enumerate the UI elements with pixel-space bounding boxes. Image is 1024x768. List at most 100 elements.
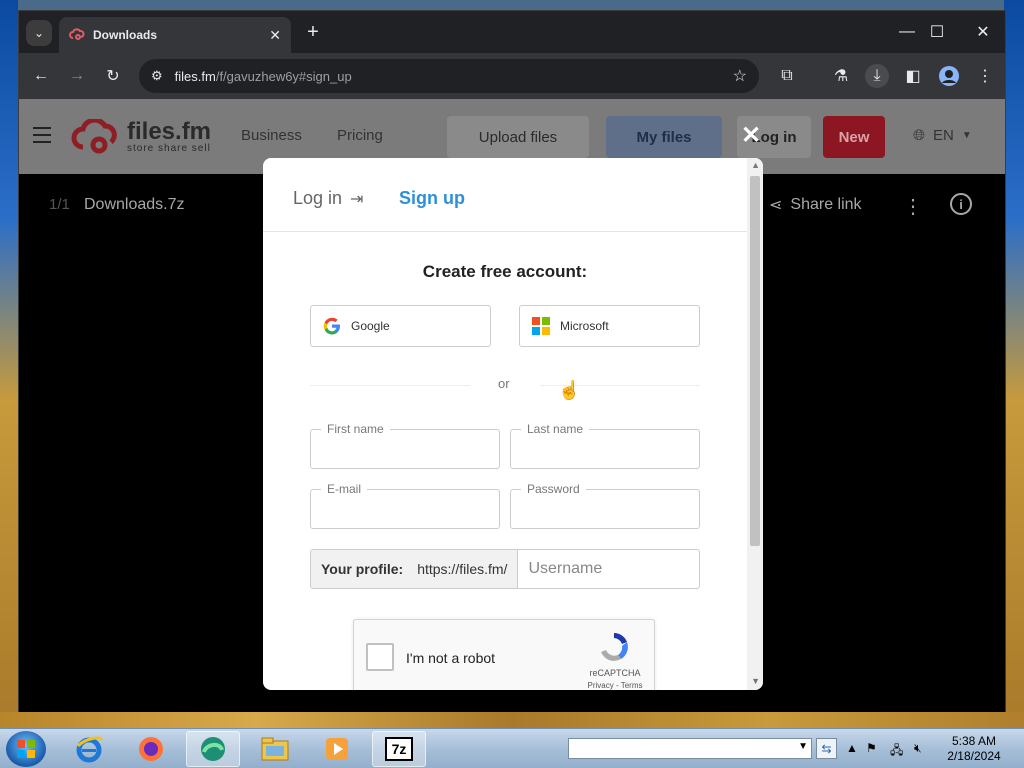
chevron-down-icon: ▼ (961, 130, 972, 141)
files-fm-favicon-icon (69, 28, 85, 40)
share-link-label: Share link (790, 196, 862, 213)
profile-label: Your profile: (321, 561, 404, 577)
start-button[interactable] (6, 731, 46, 767)
scrollbar-thumb[interactable] (750, 176, 760, 546)
microsoft-signup-button[interactable]: Microsoft (519, 305, 700, 347)
7zip-icon[interactable]: 7z (372, 731, 426, 767)
firefox-icon[interactable] (124, 731, 178, 767)
microsoft-icon (532, 317, 550, 335)
tab-signup[interactable]: Sign up (399, 188, 465, 209)
tab-close-icon[interactable]: ✕ (269, 27, 281, 44)
login-arrow-icon: ⇥ (350, 190, 364, 208)
back-arrow-icon[interactable]: ← (29, 64, 53, 88)
download-icon[interactable]: ⤓ (865, 64, 889, 88)
file-counter: 1/1 (49, 196, 70, 213)
recaptcha-checkbox[interactable] (366, 643, 394, 671)
action-center-flag-icon[interactable]: ⚑ (866, 741, 877, 755)
tab-search-button[interactable]: ⌄ (26, 20, 52, 46)
forward-arrow-icon[interactable]: → (65, 64, 89, 88)
new-tab-button[interactable]: + (301, 20, 325, 44)
google-label: Google (351, 319, 390, 333)
new-button[interactable]: New (823, 116, 885, 158)
modal-tabs: Log in ⇥ Sign up (263, 158, 763, 232)
browser-menu-icon[interactable]: ⋮ (973, 64, 997, 88)
tab-downloads[interactable]: Downloads ✕ (59, 17, 291, 53)
microsoft-label: Microsoft (560, 319, 609, 333)
network-icon[interactable]: 🖧︎ (890, 741, 903, 762)
share-link-button[interactable]: ⋖ Share link (769, 195, 862, 215)
profile-avatar-icon[interactable] (937, 64, 961, 88)
password-field[interactable]: Password (510, 482, 700, 529)
more-options-icon[interactable]: ⋮ (903, 194, 923, 219)
labs-flask-icon[interactable]: ⚗ (829, 64, 853, 88)
last-name-field[interactable]: Last name (510, 422, 700, 469)
address-toolbar-input[interactable]: ▼ (568, 738, 812, 759)
nav-pricing-link[interactable]: Pricing (337, 127, 383, 144)
username-input[interactable]: Username (518, 550, 699, 588)
browser-window: ⌄ Downloads ✕ + — ☐ ✕ ← → ↻ ⚙ files.fm /… (18, 10, 1006, 712)
close-window-button[interactable]: ✕ (967, 19, 999, 45)
first-name-label: First name (321, 422, 390, 436)
create-account-title: Create free account: (422, 262, 588, 281)
email-field[interactable]: E-mail (310, 482, 500, 529)
desktop-wallpaper-left (0, 0, 18, 728)
site-settings-icon[interactable]: ⚙ (151, 68, 163, 84)
tab-strip: ⌄ Downloads ✕ + — ☐ ✕ (19, 11, 1005, 53)
tab-login-label: Log in (293, 188, 343, 208)
scroll-up-arrow-icon[interactable]: ▲ (751, 160, 760, 170)
logo-tagline: store share sell (127, 142, 211, 154)
language-label: EN (933, 127, 954, 144)
maximize-button[interactable]: ☐ (921, 19, 953, 45)
media-player-icon[interactable] (310, 731, 364, 767)
chevron-down-icon[interactable]: ▼ (798, 741, 808, 752)
show-hidden-icons-icon[interactable]: ▲ (846, 741, 858, 755)
upload-files-button[interactable]: Upload files (447, 116, 589, 158)
clock-time: 5:38 AM (951, 734, 997, 748)
edge-icon[interactable] (186, 731, 240, 767)
windows-logo-icon (17, 740, 35, 758)
logo-name: files.fm (127, 117, 212, 145)
extensions-icon[interactable]: ⧉ (775, 64, 799, 88)
bookmark-star-icon[interactable]: ☆ (733, 66, 747, 86)
google-signup-button[interactable]: Google (310, 305, 491, 347)
url-path: /f/gavuzhew6y#sign_up (215, 68, 352, 84)
side-panel-icon[interactable]: ◧ (901, 64, 925, 88)
my-files-button[interactable]: My files (606, 116, 722, 158)
web-page: files.fm store share sell Business Prici… (19, 99, 1005, 712)
hamburger-menu-icon[interactable] (33, 127, 51, 148)
volume-muted-icon[interactable]: 🔇︎ (914, 741, 922, 756)
google-icon (323, 317, 340, 335)
recaptcha-privacy-terms[interactable]: Privacy - Terms (580, 681, 650, 690)
clock-date: 2/18/2024 (947, 749, 1001, 763)
files-fm-logo[interactable]: files.fm store share sell (71, 119, 211, 155)
profile-url-group: Your profile: https://files.fm/ Username (310, 549, 700, 589)
modal-scrollbar[interactable]: ▲ ▼ (747, 158, 763, 690)
info-icon[interactable]: i (950, 193, 972, 215)
first-name-field[interactable]: First name (310, 422, 500, 469)
desktop-wallpaper-bottom (0, 712, 1024, 728)
email-label: E-mail (321, 482, 368, 496)
tab-login[interactable]: Log in ⇥ (293, 188, 363, 209)
recaptcha-logo-icon (594, 630, 634, 669)
system-clock[interactable]: 5:38 AM 2/18/2024 (944, 734, 1004, 764)
language-selector[interactable]: 🌐︎ EN ▼ (913, 127, 972, 144)
tab-title: Downloads (93, 28, 158, 42)
profile-url-prefix: https://files.fm/ (417, 561, 508, 577)
modal-close-icon[interactable]: ✕ (741, 121, 761, 150)
desktop-wallpaper-right (1004, 0, 1024, 728)
file-explorer-icon[interactable] (248, 731, 302, 767)
refresh-toolbar-icon[interactable]: ⇆ (816, 738, 837, 759)
file-name: Downloads.7z (84, 196, 185, 213)
scroll-down-arrow-icon[interactable]: ▼ (751, 676, 760, 686)
reload-icon[interactable]: ↻ (101, 64, 125, 88)
url-host: files.fm (174, 68, 216, 84)
internet-explorer-icon[interactable] (62, 731, 116, 767)
windows-taskbar: 7z ▼ ⇆ ▲ ⚑ 🖧︎ 🔇︎ 5:38 AM 2/18/2024 (0, 728, 1024, 768)
nav-business-link[interactable]: Business (241, 127, 302, 144)
divider-left (310, 385, 470, 386)
minimize-button[interactable]: — (891, 19, 923, 45)
address-bar[interactable]: ⚙ files.fm /f/gavuzhew6y#sign_up ☆ (139, 59, 759, 93)
share-icon: ⋖ (769, 197, 783, 214)
recaptcha-label: I'm not a robot (406, 650, 496, 666)
or-separator: or (498, 376, 510, 391)
